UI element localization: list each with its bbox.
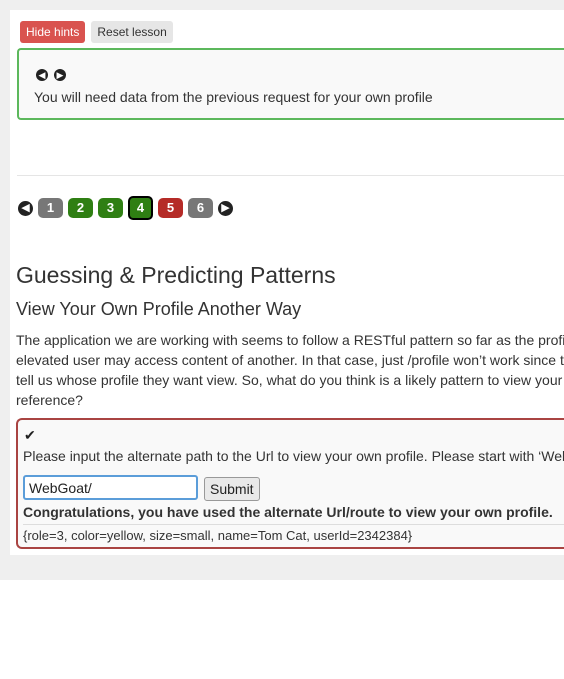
description-line: The application we are working with seem… xyxy=(16,332,564,348)
page-link-2[interactable]: 2 xyxy=(68,198,93,218)
description-line: elevated user may access content of anot… xyxy=(16,352,564,368)
attack-form: ✔ Please input the alternate path to the… xyxy=(16,418,564,549)
page-link-1[interactable]: 1 xyxy=(38,198,63,218)
page-title: Guessing & Predicting Patterns xyxy=(16,262,336,288)
divider xyxy=(17,175,564,176)
reset-lesson-button[interactable]: Reset lesson xyxy=(91,21,173,43)
hint-previous-icon[interactable]: ◀ xyxy=(36,69,48,81)
page-link-6[interactable]: 6 xyxy=(188,198,213,218)
hint-navigation: ◀ ▶ xyxy=(36,69,66,81)
next-page-icon[interactable]: ▶ xyxy=(218,200,233,216)
section-title: View Your Own Profile Another Way xyxy=(16,299,302,319)
check-icon: ✔ xyxy=(24,427,36,443)
submit-button[interactable]: Submit xyxy=(204,477,260,501)
description-line: tell us whose profile they want view. So… xyxy=(16,372,563,388)
attack-output: {role=3, color=yellow, size=small, name=… xyxy=(23,524,564,543)
page-link-4[interactable]: 4 xyxy=(128,196,153,220)
lesson-pagination: ◀ 1 2 3 4 5 6 ▶ xyxy=(18,196,233,220)
hint-next-icon[interactable]: ▶ xyxy=(54,69,66,81)
success-message: Congratulations, you have used the alter… xyxy=(23,504,553,520)
hint-box: ◀ ▶ You will need data from the previous… xyxy=(17,48,564,120)
page-background: Hide hints Reset lesson ◀ ▶ You will nee… xyxy=(0,0,564,580)
hide-hints-button[interactable]: Hide hints xyxy=(20,21,86,43)
lesson-toolbar: Hide hints Reset lesson xyxy=(20,21,173,43)
url-path-input[interactable] xyxy=(23,475,198,500)
attack-prompt: Please input the alternate path to the U… xyxy=(23,448,564,464)
previous-page-icon[interactable]: ◀ xyxy=(18,200,33,216)
page-link-3[interactable]: 3 xyxy=(98,198,123,218)
hint-text: You will need data from the previous req… xyxy=(34,89,433,105)
description-line: reference? xyxy=(16,392,83,408)
page-link-5[interactable]: 5 xyxy=(158,198,183,218)
lesson-description: The application we are working with seem… xyxy=(16,330,564,410)
